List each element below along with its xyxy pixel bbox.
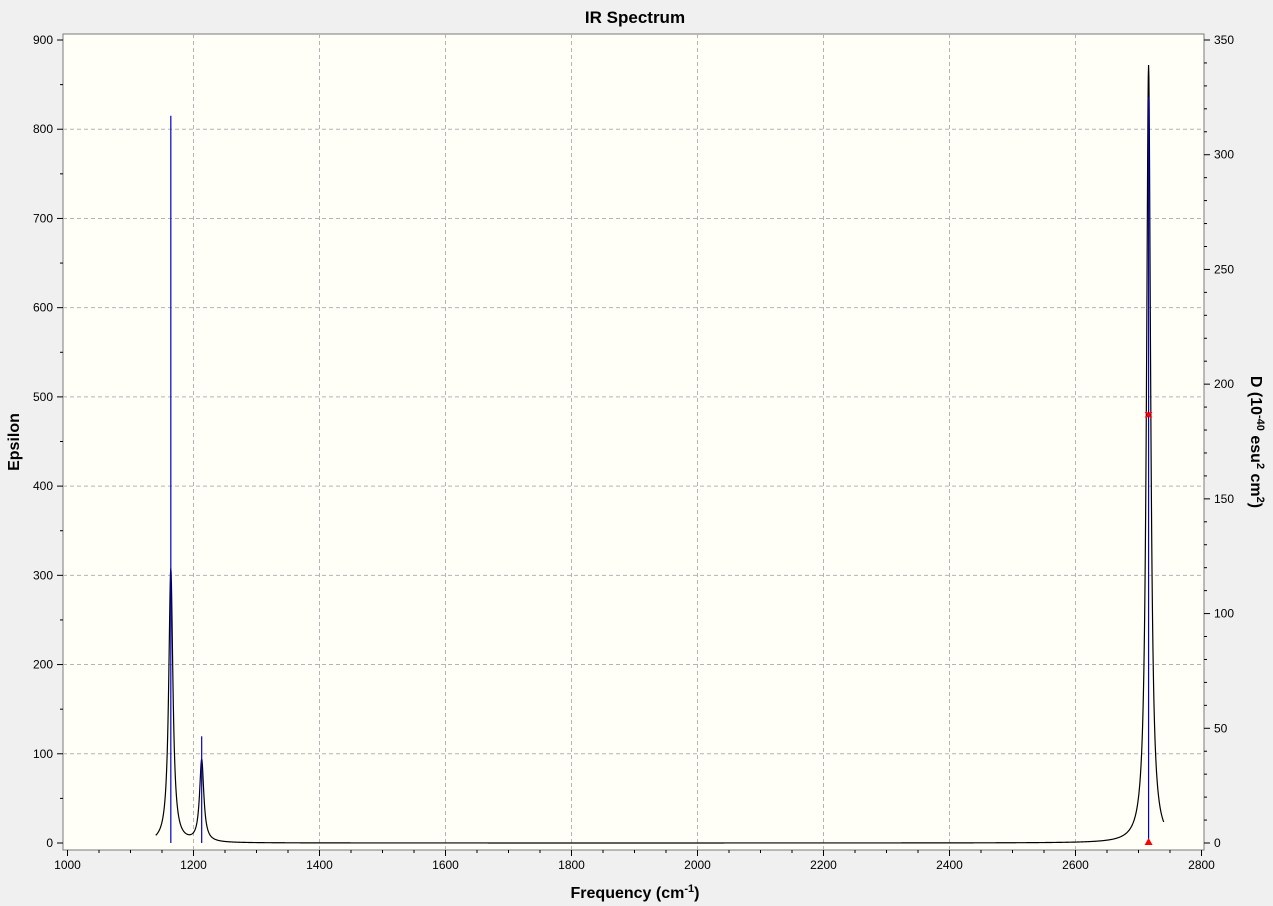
y-left-tick-label-300: 300 xyxy=(33,568,53,582)
y-right-tick-label-200: 200 xyxy=(1214,377,1234,391)
y-left-tick-label-600: 600 xyxy=(33,301,53,315)
y-left-tick-label-0: 0 xyxy=(46,836,53,850)
y-left-tick-label-200: 200 xyxy=(33,658,53,672)
y-left-tick-label-900: 900 xyxy=(33,33,53,47)
y-left-tick-label-700: 700 xyxy=(33,211,53,225)
x-tick-label-1400: 1400 xyxy=(306,858,333,872)
y-left-tick-label-400: 400 xyxy=(33,479,53,493)
x-tick-label-1800: 1800 xyxy=(558,858,585,872)
y-right-tick-label-50: 50 xyxy=(1214,721,1228,735)
x-tick-label-2800: 2800 xyxy=(1188,858,1215,872)
y-axis-right-title: D (10-40 esu2 cm2) xyxy=(1247,376,1266,508)
y-left-tick-label-500: 500 xyxy=(33,390,53,404)
x-tick-label-2600: 2600 xyxy=(1062,858,1089,872)
y-right-tick-label-250: 250 xyxy=(1214,262,1234,276)
x-axis-title: Frequency (cm-1) xyxy=(571,883,700,902)
y-right-tick-label-150: 150 xyxy=(1214,492,1234,506)
y-right-tick-label-100: 100 xyxy=(1214,607,1234,621)
x-tick-label-2400: 2400 xyxy=(936,858,963,872)
x-tick-label-2000: 2000 xyxy=(684,858,711,872)
x-tick-label-2200: 2200 xyxy=(810,858,837,872)
ir-spectrum-chart: 1000 1200 1400 1600 1800 2000 2200 2400 2600 2800… xyxy=(6,8,1266,902)
y-right-tick-label-350: 350 xyxy=(1214,33,1234,47)
y-right-tick-label-0: 0 xyxy=(1214,836,1221,850)
y-axis-left-title: Epsilon xyxy=(6,413,23,471)
chart-title: IR Spectrum xyxy=(585,8,685,27)
y-left-tick-label-100: 100 xyxy=(33,747,53,761)
x-tick-label-1000: 1000 xyxy=(54,858,81,872)
y-right-tick-label-300: 300 xyxy=(1214,148,1234,162)
x-tick-label-1600: 1600 xyxy=(432,858,459,872)
plot-background xyxy=(62,33,1205,851)
x-tick-label-1200: 1200 xyxy=(180,858,207,872)
y-left-tick-label-800: 800 xyxy=(33,122,53,136)
